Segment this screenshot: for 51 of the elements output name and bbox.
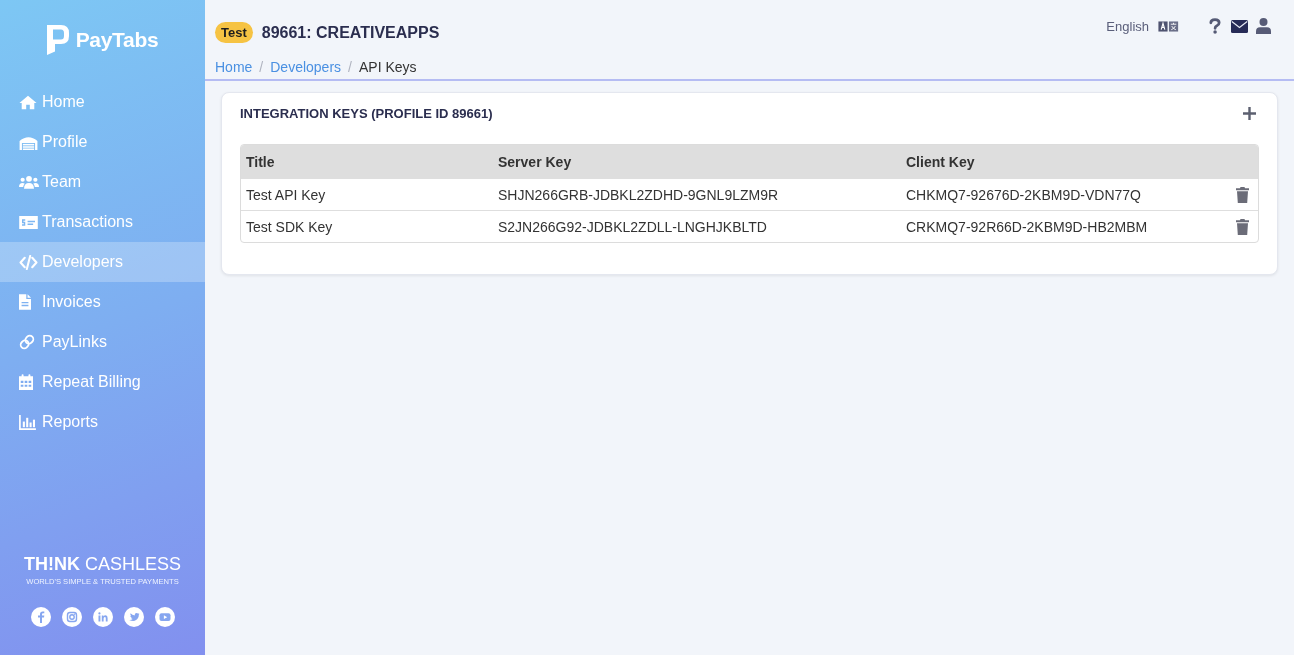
breadcrumb-link[interactable]: Developers (270, 59, 342, 75)
code-icon (19, 254, 38, 270)
breadcrumb-separator: / (348, 59, 352, 75)
twitter-icon[interactable] (123, 607, 144, 627)
table-cell-text: S2JN266G92-JDBKL2ZDLL-LNGHJKBLTD (497, 218, 768, 235)
sidebar-nav-item[interactable]: Reports (0, 402, 205, 442)
warehouse-icon (19, 134, 38, 150)
column-header: Client Key (905, 153, 976, 170)
help-icon[interactable] (1209, 18, 1221, 34)
sidebar-nav-item[interactable]: Invoices (0, 282, 205, 322)
instagram-icon[interactable] (61, 607, 82, 627)
mail-icon[interactable] (1231, 19, 1248, 33)
translate-icon (1158, 20, 1179, 32)
add-icon[interactable] (1243, 106, 1256, 120)
sidebar-nav-item[interactable]: Transactions (0, 202, 205, 242)
users-icon (19, 175, 39, 189)
card-title: INTEGRATION KEYS (PROFILE ID 89661) (240, 105, 493, 121)
breadcrumb-current: API Keys (358, 59, 417, 75)
sidebar-nav-item[interactable]: PayLinks (0, 322, 205, 362)
home-icon (19, 94, 37, 110)
bar-chart-icon (19, 414, 36, 430)
page-title: 89661: CREATIVEAPPS (261, 23, 440, 42)
calendar-icon (19, 374, 33, 390)
youtube-icon[interactable] (154, 607, 175, 627)
table-cell-text: CRKMQ7-92R66D-2KBM9D-HB2MBM (905, 218, 1149, 235)
breadcrumb-link[interactable]: Home (215, 59, 253, 75)
table-cell-text: CHKMQ7-92676D-2KBM9D-VDN77Q (905, 186, 1142, 203)
user-icon[interactable] (1256, 18, 1271, 34)
breadcrumb-separator: / (259, 59, 264, 75)
sidebar-nav-item[interactable]: Developers (0, 242, 205, 282)
sidebar-nav-item[interactable]: Home (0, 82, 205, 122)
test-mode-badge: Test (215, 22, 253, 43)
link-icon (19, 334, 35, 350)
sidebar-nav-item[interactable]: Profile (0, 122, 205, 162)
sidebar-nav-item[interactable]: Repeat Billing (0, 362, 205, 402)
money-check-icon (19, 215, 38, 229)
linkedin-icon[interactable] (92, 607, 113, 627)
column-header: Server Key (497, 153, 573, 170)
table-cell-text: Test SDK Key (245, 218, 334, 235)
logo-icon (46, 25, 69, 55)
trash-icon[interactable] (1236, 218, 1249, 235)
table-cell-text: SHJN266GRB-JDBKL2ZDHD-9GNL9LZM9R (497, 186, 780, 203)
facebook-icon[interactable] (30, 607, 51, 627)
language-selector[interactable]: English (1106, 18, 1179, 34)
column-header: Title (245, 153, 276, 170)
sidebar-nav-item[interactable]: Team (0, 162, 205, 202)
trash-icon[interactable] (1236, 186, 1249, 203)
slogan-text: TH!NK CASHLESS (22, 554, 182, 574)
logo-text: PayTabs (75, 28, 159, 52)
document-icon (19, 294, 31, 310)
table-cell-text: Test API Key (245, 186, 327, 203)
